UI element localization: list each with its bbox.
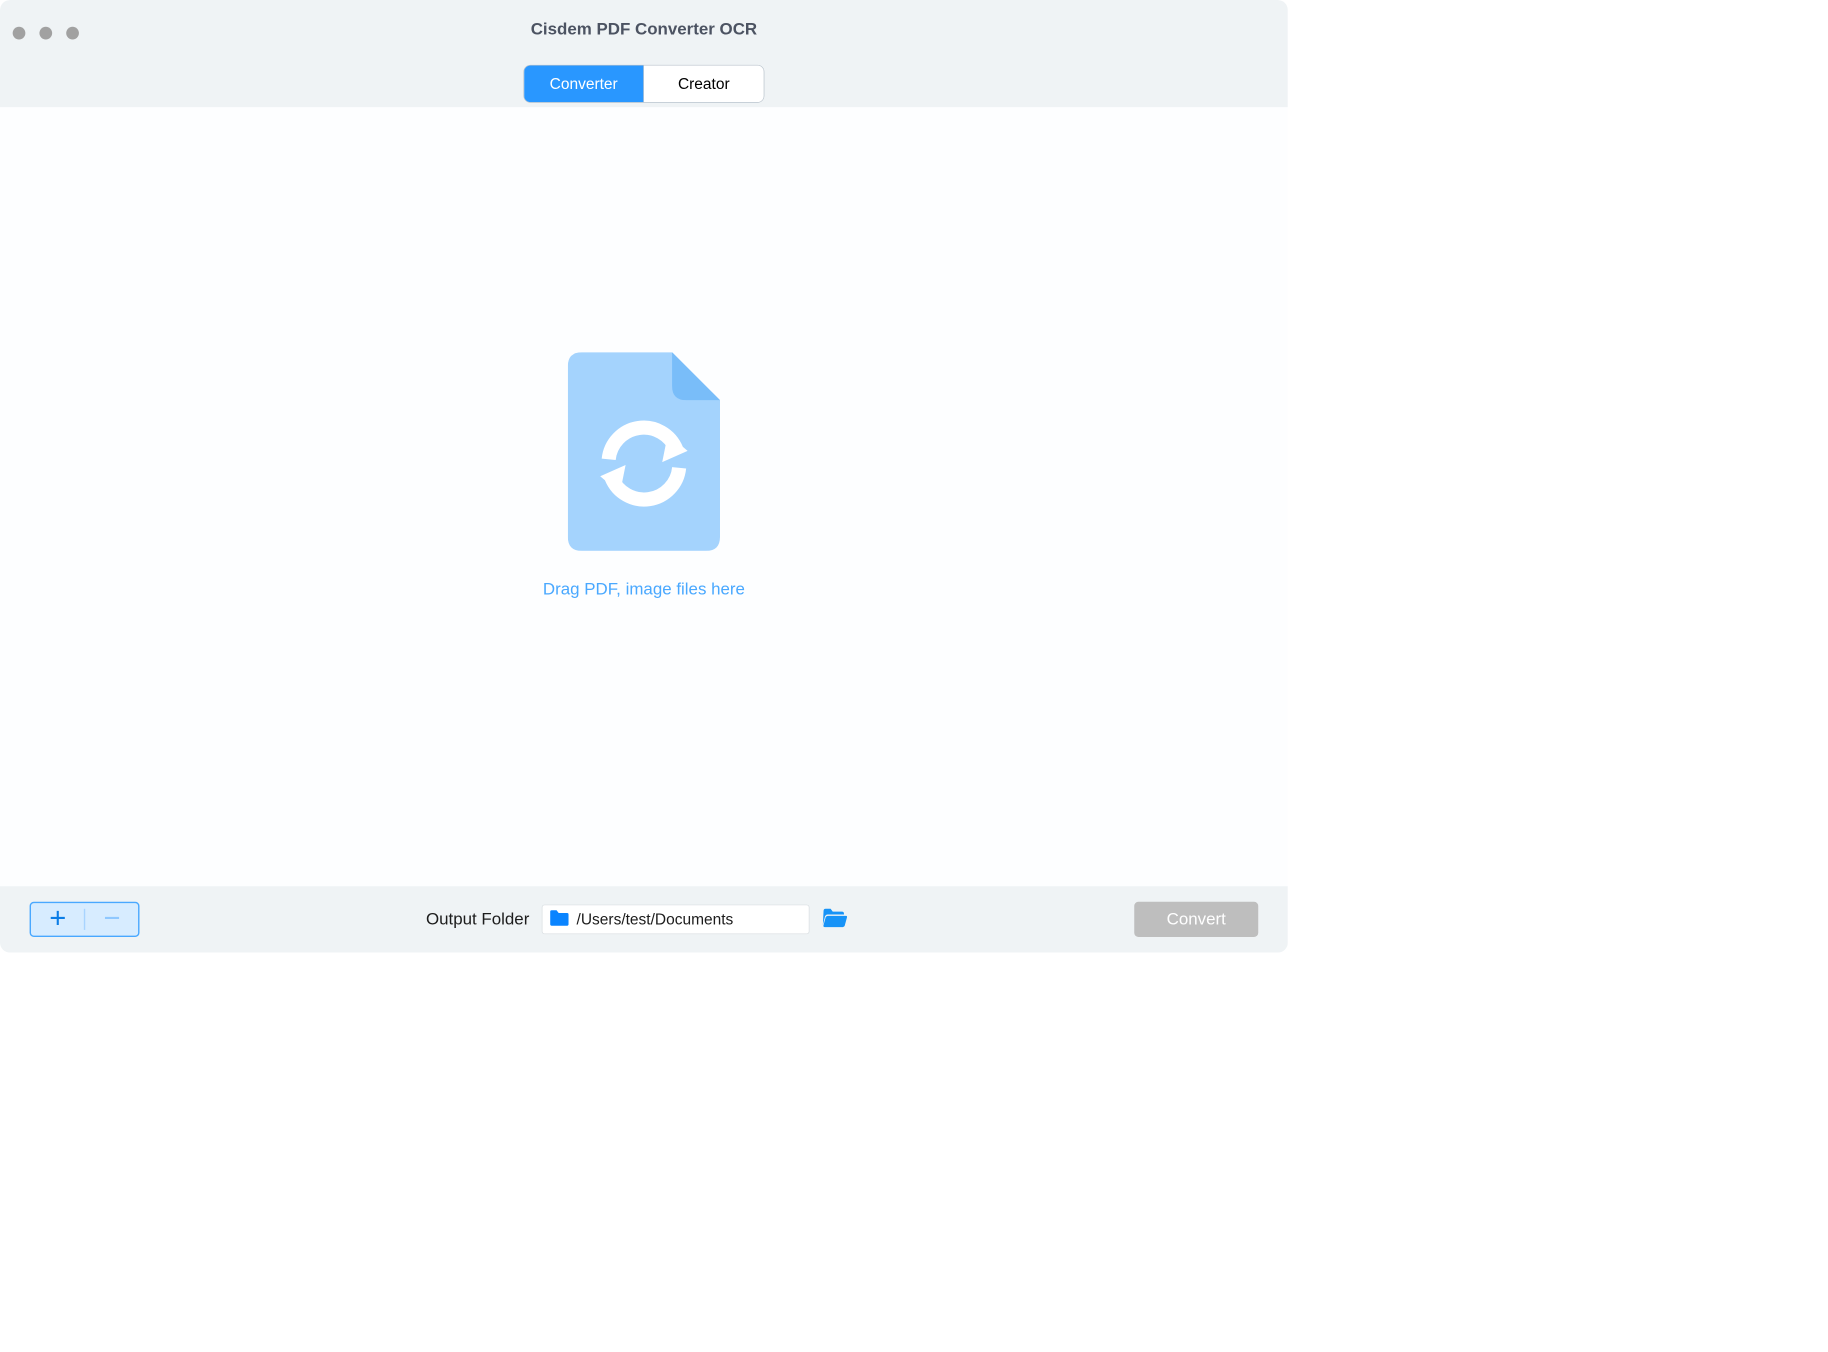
footer-bar: Output Folder /Users/test/Documents Conv…	[0, 886, 1288, 952]
browse-folder-button[interactable]	[822, 907, 847, 932]
convert-button-label: Convert	[1167, 910, 1226, 930]
tab-converter-label: Converter	[550, 75, 618, 93]
drop-zone[interactable]: Drag PDF, image files here	[543, 352, 745, 599]
window-controls	[13, 27, 79, 40]
window-title: Cisdem PDF Converter OCR	[531, 20, 757, 40]
convert-button[interactable]: Convert	[1134, 902, 1258, 937]
plus-icon	[48, 908, 68, 931]
folder-icon	[550, 909, 570, 929]
output-folder-group: Output Folder /Users/test/Documents	[154, 905, 1121, 935]
tab-creator-label: Creator	[678, 75, 730, 93]
minus-icon	[102, 908, 122, 931]
titlebar: Cisdem PDF Converter OCR Converter Creat…	[0, 0, 1288, 107]
close-window-button[interactable]	[13, 27, 26, 40]
document-convert-icon	[568, 352, 720, 554]
zoom-window-button[interactable]	[66, 27, 79, 40]
main-content: Drag PDF, image files here	[0, 107, 1288, 886]
output-folder-label: Output Folder	[426, 910, 529, 930]
output-folder-path-box[interactable]: /Users/test/Documents	[542, 905, 810, 935]
add-file-button[interactable]	[31, 903, 84, 935]
tab-creator[interactable]: Creator	[644, 66, 764, 103]
mode-segmented-control: Converter Creator	[523, 65, 764, 103]
add-remove-group	[30, 902, 140, 937]
app-window: Cisdem PDF Converter OCR Converter Creat…	[0, 0, 1288, 952]
drop-zone-hint: Drag PDF, image files here	[543, 579, 745, 599]
remove-file-button[interactable]	[85, 903, 138, 935]
minimize-window-button[interactable]	[39, 27, 52, 40]
output-folder-path: /Users/test/Documents	[577, 910, 734, 928]
tab-converter[interactable]: Converter	[524, 66, 644, 103]
